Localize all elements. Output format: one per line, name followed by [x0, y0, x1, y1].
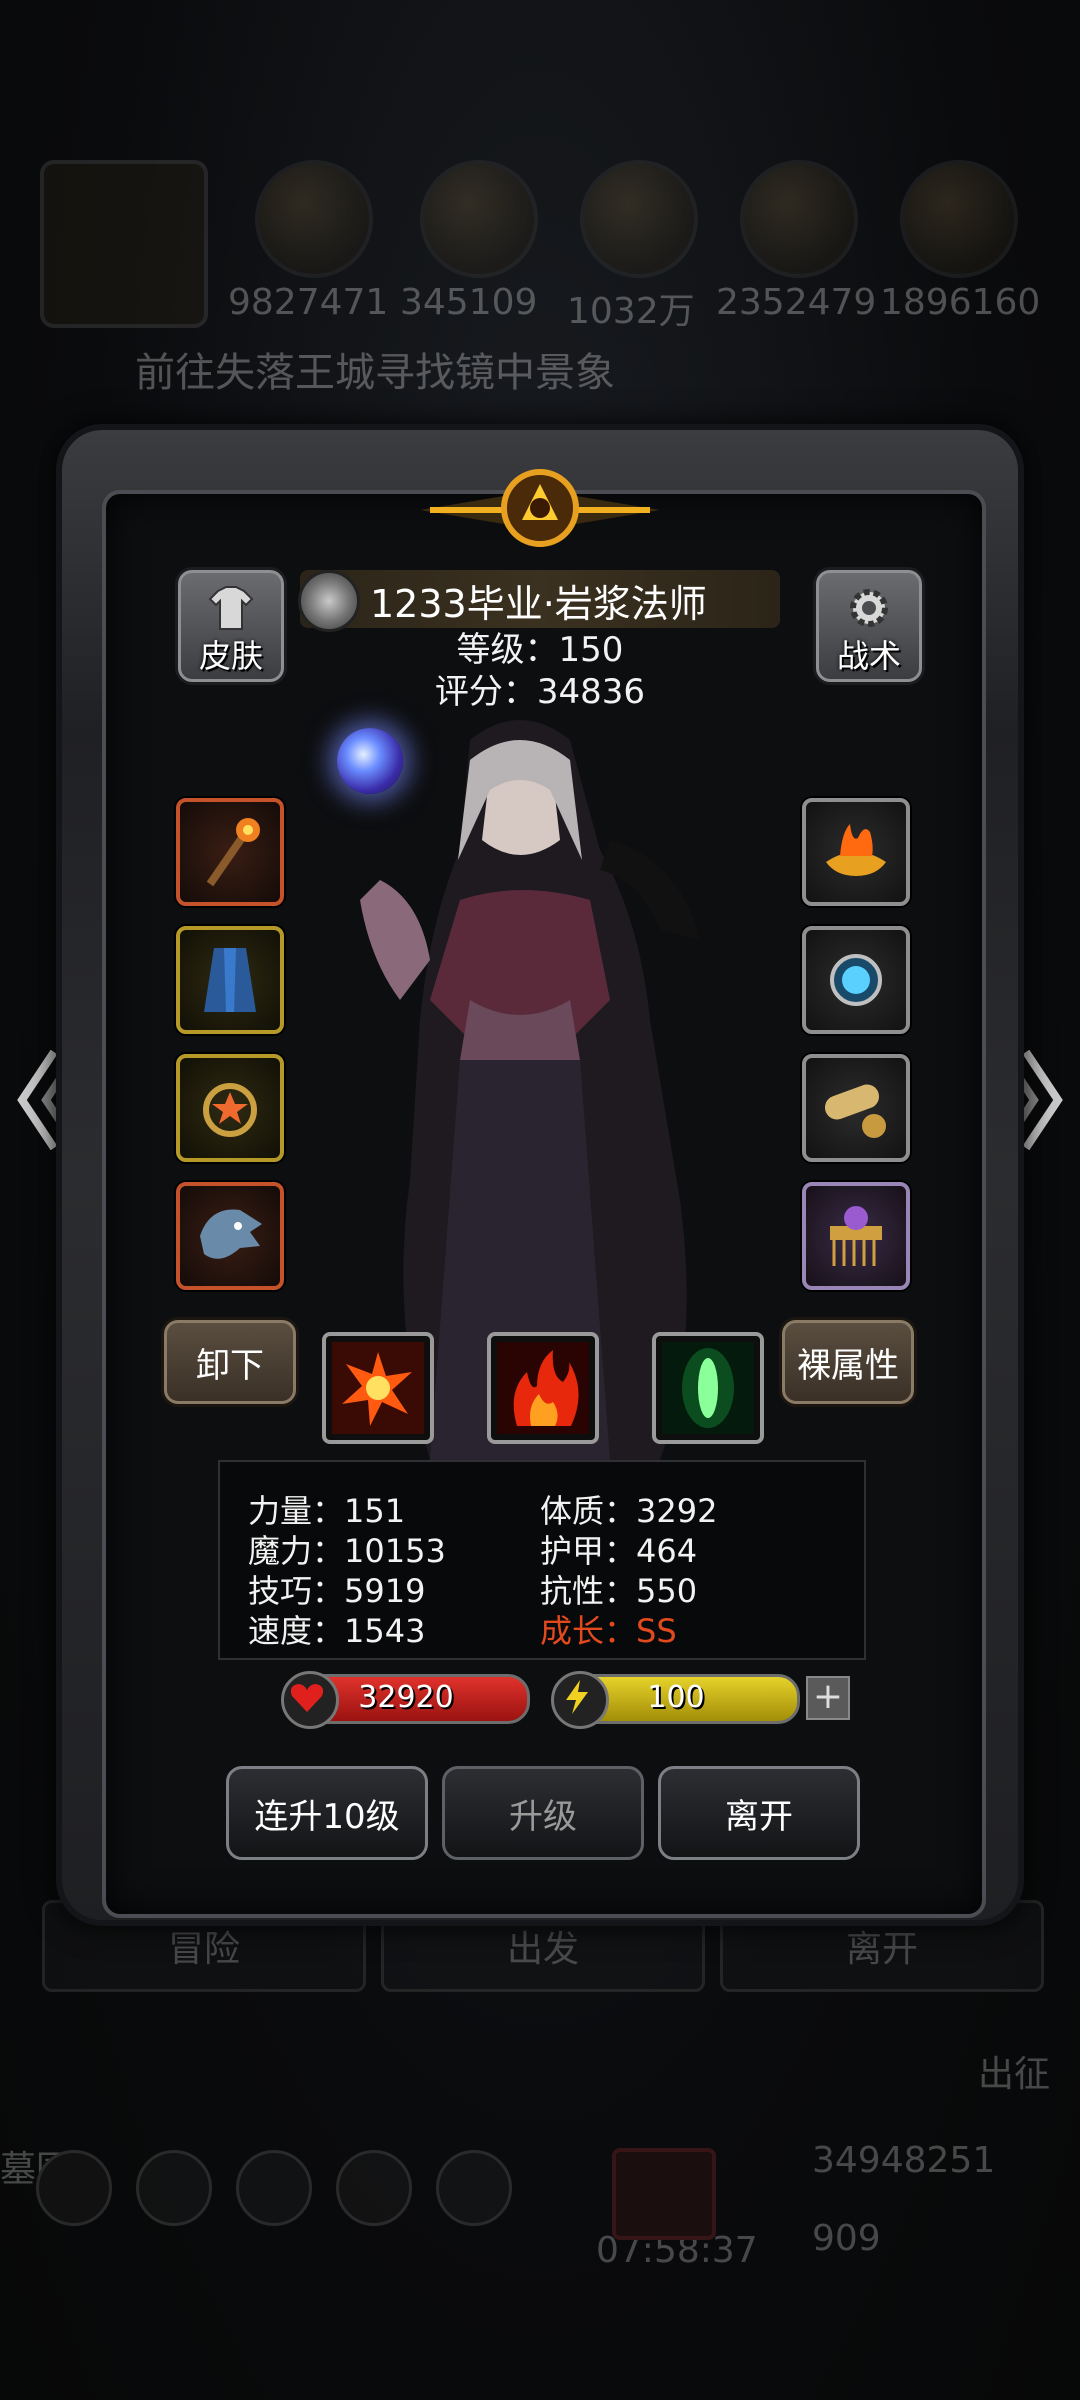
ring-icon	[203, 1083, 257, 1137]
resource-icon	[580, 160, 698, 278]
skill-slot[interactable]	[652, 1332, 764, 1444]
fire-burst-icon	[332, 1342, 424, 1434]
equip-slot-weapon[interactable]	[176, 798, 284, 906]
expedition-label: 出征	[978, 2054, 1051, 2095]
resource-icon	[420, 160, 538, 278]
add-energy-plus-icon[interactable]: +	[806, 1676, 850, 1720]
resource-count: 1896160	[880, 282, 1041, 323]
resource-icon	[255, 160, 373, 278]
leave-button[interactable]: 离开	[658, 1766, 860, 1860]
skill-slot[interactable]	[322, 1332, 434, 1444]
green-crystal-icon	[662, 1342, 754, 1434]
energy-bar: 100	[551, 1671, 800, 1729]
menu-circle-icon	[236, 2150, 312, 2226]
comb-icon	[830, 1206, 882, 1266]
equip-slot-scroll[interactable]	[802, 1054, 910, 1162]
gold-count: 34948251	[812, 2140, 996, 2181]
equip-slot-amulet[interactable]	[802, 926, 910, 1034]
menu-circle-icon	[136, 2150, 212, 2226]
quest-text: 前往失落王城寻找镜中景象	[135, 350, 615, 396]
naked-stats-button[interactable]: 裸属性	[782, 1320, 914, 1404]
flame-icon	[497, 1342, 589, 1434]
magic-orb-icon	[337, 728, 403, 794]
tactics-button[interactable]: 战术	[816, 570, 922, 682]
dragon-helm-icon	[200, 1209, 262, 1259]
energy-value: 100	[647, 1680, 705, 1715]
robe-icon	[204, 948, 256, 1012]
skin-button[interactable]: 皮肤	[178, 570, 284, 682]
staff-icon	[206, 818, 260, 887]
gift-icon	[612, 2148, 716, 2240]
gear-icon	[850, 589, 888, 627]
shirt-icon	[208, 586, 254, 630]
hp-value: 32920	[358, 1680, 454, 1715]
flame-crown-icon	[826, 824, 886, 876]
resource-count: 2352479	[716, 282, 877, 323]
hero-portrait	[40, 160, 208, 328]
resource-count: 1032万	[567, 291, 695, 332]
equip-slot-accessory[interactable]	[802, 1182, 910, 1290]
menu-circle-icon	[36, 2150, 112, 2226]
resource-count: 9827471	[228, 282, 389, 323]
level-up-button[interactable]: 升级	[442, 1766, 644, 1860]
resource-count: 345109	[400, 282, 538, 323]
hero-name: 1233毕业·岩浆法师	[370, 582, 707, 626]
equip-slot-crown[interactable]	[802, 798, 910, 906]
tactics-label: 战术	[836, 637, 901, 675]
gem-count: 909	[812, 2218, 881, 2259]
skill-slot[interactable]	[487, 1332, 599, 1444]
menu-circle-icon	[336, 2150, 412, 2226]
equip-slot-armor[interactable]	[176, 926, 284, 1034]
unequip-button[interactable]: 卸下	[164, 1320, 296, 1404]
resource-icon	[900, 160, 1018, 278]
equip-slot-ring[interactable]	[176, 1054, 284, 1162]
stat-speed: 速度：1543	[248, 1612, 426, 1650]
amulet-icon	[830, 954, 882, 1006]
equip-slot-helm[interactable]	[176, 1182, 284, 1290]
hp-bar: 32920	[281, 1671, 530, 1729]
stat-growth: 成长：SS	[540, 1612, 677, 1650]
scroll-icon	[824, 1084, 886, 1138]
level-up-10-button[interactable]: 连升10级	[226, 1766, 428, 1860]
menu-circle-icon	[436, 2150, 512, 2226]
crest-ornament-icon	[420, 469, 660, 547]
skin-label: 皮肤	[198, 637, 263, 675]
resource-icon	[740, 160, 858, 278]
